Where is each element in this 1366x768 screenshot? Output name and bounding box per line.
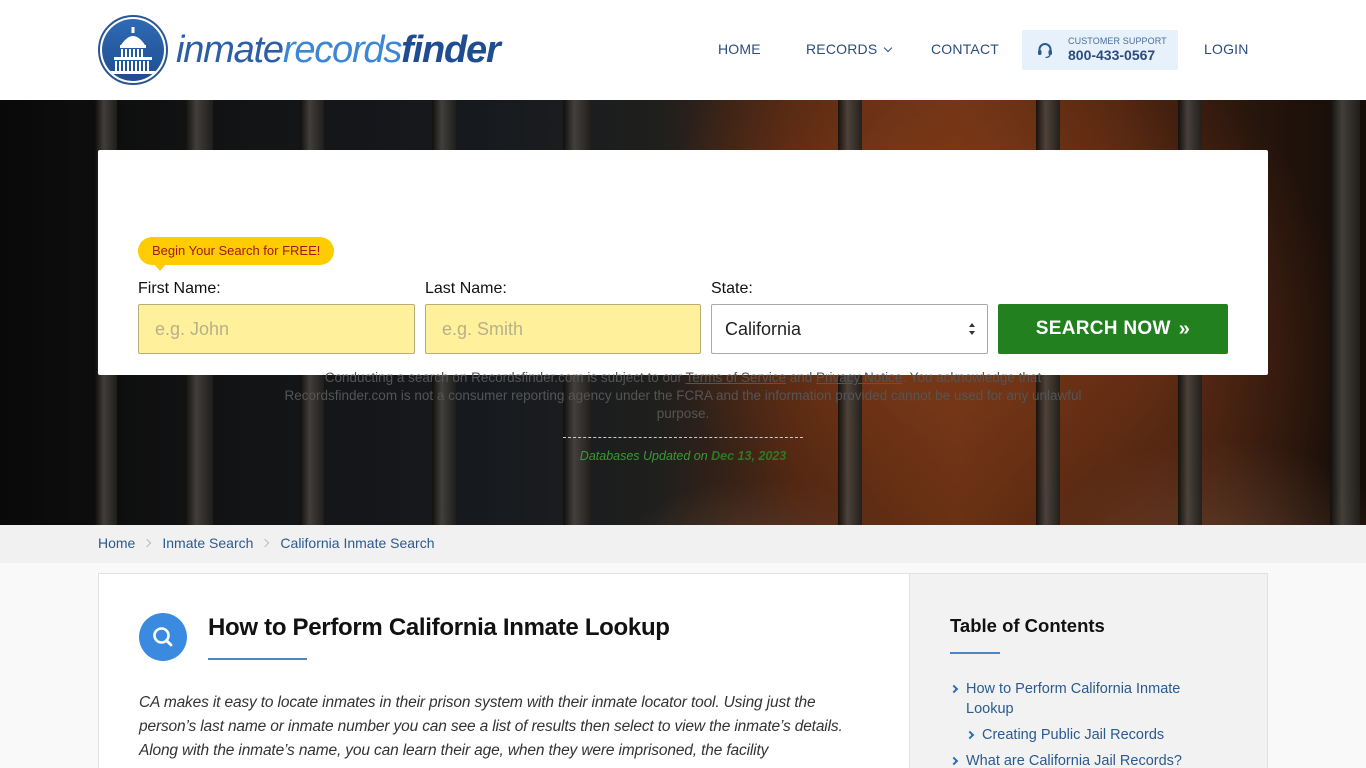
section-title: How to Perform California Inmate Lookup <box>208 614 670 641</box>
capitol-dome-icon <box>98 15 168 85</box>
state-selected-value: California <box>725 319 802 339</box>
divider <box>563 437 803 438</box>
site-logo[interactable]: inmaterecordsfinder <box>98 15 501 85</box>
last-name-input[interactable] <box>425 304 701 354</box>
toc-item[interactable]: What are California Jail Records? <box>949 751 1226 768</box>
select-arrows-icon <box>969 323 975 335</box>
chevron-right-icon <box>143 538 152 548</box>
nav-home[interactable]: HOME <box>718 41 761 57</box>
nav-records-label: RECORDS <box>806 41 878 57</box>
breadcrumb: Home Inmate Search California Inmate Sea… <box>0 525 1366 563</box>
support-phone: 800-433-0567 <box>1068 47 1156 63</box>
first-name-input[interactable] <box>138 304 415 354</box>
database-updated-note: Databases Updated on Dec 13, 2023 <box>579 449 787 463</box>
database-updated-date: Dec 13, 2023 <box>711 449 787 463</box>
nav-login[interactable]: LOGIN <box>1204 41 1249 57</box>
search-now-button[interactable]: SEARCH NOW » <box>998 304 1228 354</box>
customer-support-button[interactable]: CUSTOMER SUPPORT 800-433-0567 <box>1022 30 1178 70</box>
first-name-label: First Name: <box>138 280 221 297</box>
breadcrumb-home[interactable]: Home <box>98 535 135 551</box>
site-header: inmaterecordsfinder HOME RECORDS CONTACT… <box>0 0 1366 100</box>
support-label: CUSTOMER SUPPORT <box>1068 36 1167 46</box>
section-body: CA makes it easy to locate inmates in th… <box>139 694 843 759</box>
privacy-notice-link[interactable]: Privacy Notice <box>816 370 902 385</box>
toc-item[interactable]: How to Perform California Inmate Lookup <box>949 679 1206 719</box>
toc-underline <box>950 652 1000 654</box>
nav-contact[interactable]: CONTACT <box>931 41 999 57</box>
breadcrumb-inmate-search[interactable]: Inmate Search <box>162 535 253 551</box>
logo-wordmark: inmaterecordsfinder <box>176 29 501 71</box>
title-underline <box>208 658 307 660</box>
terms-of-service-link[interactable]: Terms of Service <box>685 370 786 385</box>
toc-title: Table of Contents <box>950 615 1105 636</box>
toc-item[interactable]: Creating Public Jail Records <box>965 725 1222 745</box>
state-select[interactable]: California <box>711 304 988 354</box>
free-search-badge: Begin Your Search for FREE! <box>138 237 335 271</box>
nav-records[interactable]: RECORDS <box>806 41 893 57</box>
double-chevron-right-icon: » <box>1178 317 1191 340</box>
search-button-label: SEARCH NOW <box>1035 318 1171 339</box>
search-icon <box>139 613 187 661</box>
chevron-down-icon <box>884 43 893 53</box>
headset-icon <box>1037 42 1053 59</box>
chevron-right-icon <box>261 538 270 548</box>
last-name-label: Last Name: <box>425 280 507 297</box>
search-disclaimer: Conducting a search on Recordsfinder.com… <box>284 370 1082 421</box>
breadcrumb-california-inmate-search[interactable]: California Inmate Search <box>280 535 434 551</box>
state-label: State: <box>711 280 753 297</box>
